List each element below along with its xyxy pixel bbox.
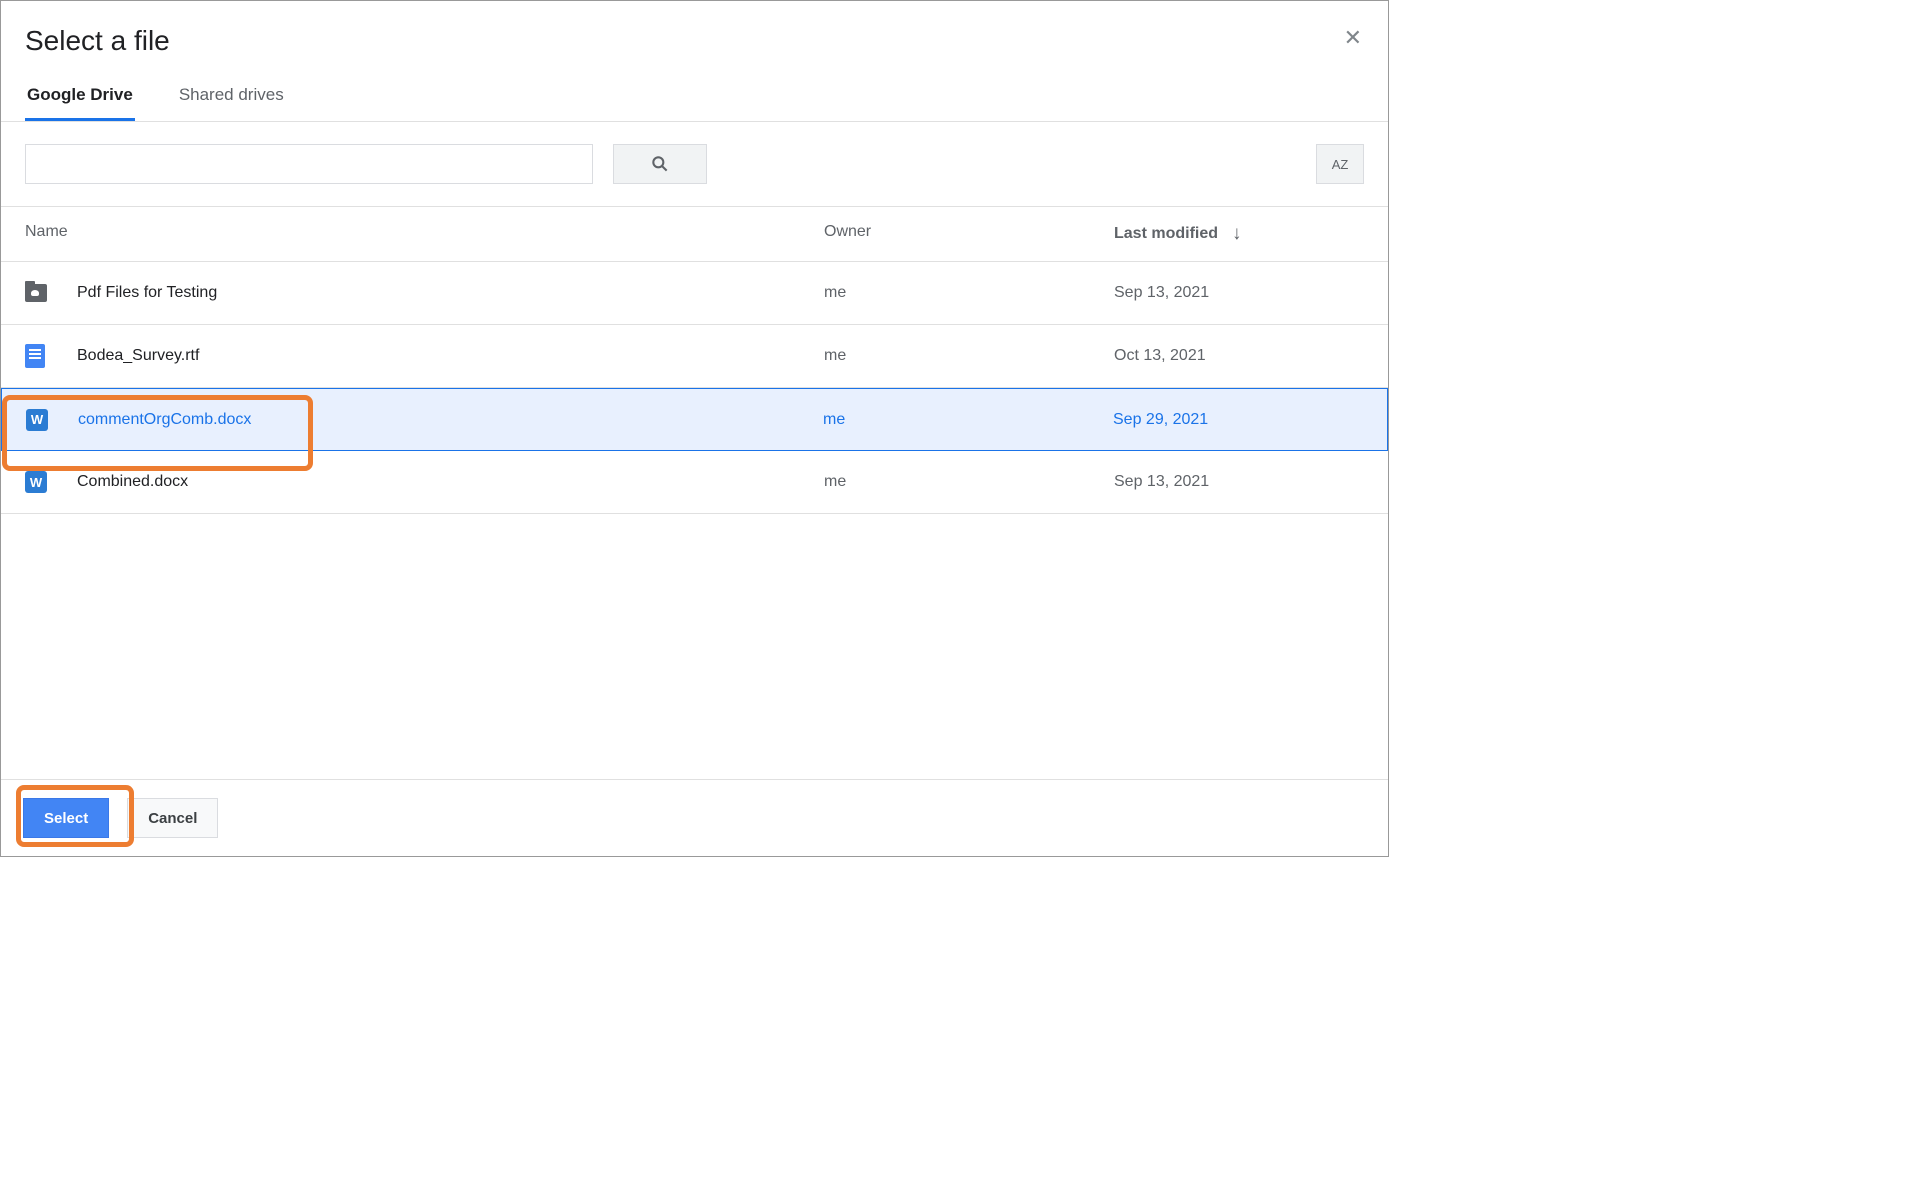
tab-google-drive[interactable]: Google Drive (25, 75, 135, 121)
file-owner: me (824, 347, 1114, 365)
file-modified: Oct 13, 2021 (1114, 347, 1364, 365)
file-name: Pdf Files for Testing (77, 284, 824, 302)
search-icon (650, 154, 670, 174)
dialog-footer: Select Cancel (1, 779, 1388, 856)
column-name[interactable]: Name (25, 223, 824, 245)
file-list: Pdf Files for TestingmeSep 13, 2021Bodea… (1, 262, 1388, 779)
cancel-button[interactable]: Cancel (127, 798, 218, 838)
file-owner: me (824, 284, 1114, 302)
word-doc-icon: W (26, 409, 48, 431)
file-modified: Sep 13, 2021 (1114, 284, 1364, 302)
search-input[interactable] (25, 144, 593, 184)
file-row[interactable]: Pdf Files for TestingmeSep 13, 2021 (1, 262, 1388, 325)
column-modified-label: Last modified (1114, 225, 1218, 243)
close-icon: ✕ (1344, 25, 1362, 50)
file-owner: me (824, 473, 1114, 491)
file-owner: me (823, 411, 1113, 429)
file-name: Combined.docx (77, 473, 824, 491)
word-doc-icon: W (25, 471, 47, 493)
file-icon-cell: W (26, 409, 78, 431)
select-button[interactable]: Select (23, 798, 109, 838)
file-icon-cell (25, 344, 77, 368)
file-name: commentOrgComb.docx (78, 411, 823, 429)
column-owner[interactable]: Owner (824, 223, 1114, 245)
toolbar: AZ (1, 122, 1388, 207)
file-icon-cell: W (25, 471, 77, 493)
tab-shared-drives[interactable]: Shared drives (177, 75, 286, 121)
file-row[interactable]: Bodea_Survey.rtfmeOct 13, 2021 (1, 325, 1388, 388)
dialog-title: Select a file (25, 25, 1364, 57)
folder-icon (25, 284, 47, 302)
file-picker-dialog: Select a file ✕ Google Drive Shared driv… (0, 0, 1389, 857)
dialog-header: Select a file ✕ (1, 1, 1388, 75)
file-row[interactable]: WcommentOrgComb.docxmeSep 29, 2021 (1, 388, 1388, 451)
file-icon-cell (25, 284, 77, 302)
sort-button[interactable]: AZ (1316, 144, 1364, 184)
file-modified: Sep 29, 2021 (1113, 411, 1363, 429)
sort-az-icon: AZ (1332, 157, 1349, 172)
close-button[interactable]: ✕ (1340, 23, 1366, 53)
file-name: Bodea_Survey.rtf (77, 347, 824, 365)
arrow-down-icon: ↓ (1232, 223, 1242, 245)
list-header: Name Owner Last modified ↓ (1, 207, 1388, 262)
file-modified: Sep 13, 2021 (1114, 473, 1364, 491)
google-doc-icon (25, 344, 45, 368)
tabs-bar: Google Drive Shared drives (1, 75, 1388, 122)
column-modified[interactable]: Last modified ↓ (1114, 223, 1364, 245)
search-button[interactable] (613, 144, 707, 184)
file-row[interactable]: W Combined.docxmeSep 13, 2021 (1, 451, 1388, 514)
